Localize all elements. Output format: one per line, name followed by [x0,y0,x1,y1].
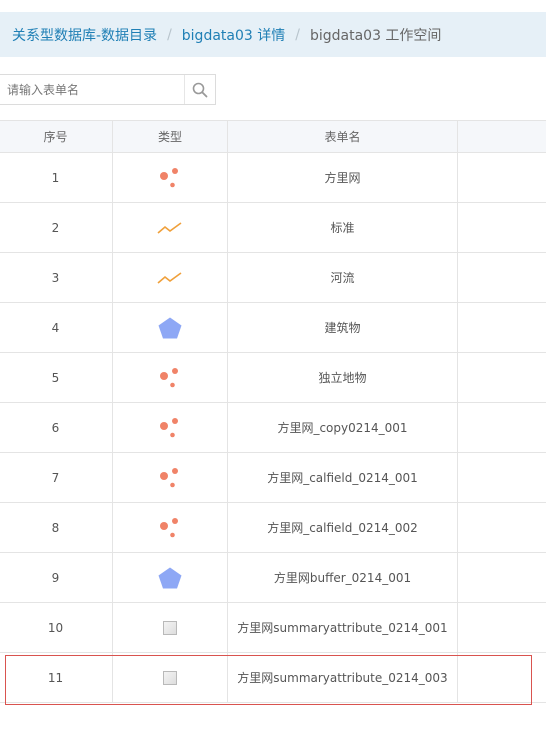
table-row[interactable]: 6 方里网_copy0214_001 [0,402,546,453]
row-type [112,602,228,653]
row-extra [457,252,546,303]
point-type-icon [160,167,178,187]
table-row[interactable]: 5 独立地物 [0,352,546,403]
row-index: 8 [0,502,113,553]
column-header-name: 表单名 [227,120,458,153]
row-name[interactable]: 方里网summaryattribute_0214_003 [227,652,458,703]
point-type-icon [160,417,178,437]
row-type [112,252,228,303]
search-button[interactable] [184,75,215,104]
table-row[interactable]: 10 方里网summaryattribute_0214_001 [0,602,546,653]
row-extra [457,202,546,253]
row-name[interactable]: 方里网summaryattribute_0214_001 [227,602,458,653]
row-extra [457,352,546,403]
row-type [112,652,228,703]
line-type-icon [157,221,182,234]
row-index: 11 [0,652,113,703]
row-extra [457,452,546,503]
table-row[interactable]: 4 建筑物 [0,302,546,353]
broken-image-icon [163,620,177,635]
row-index: 10 [0,602,113,653]
row-type [112,402,228,453]
row-type [112,352,228,403]
search-icon [192,82,208,97]
row-extra [457,402,546,453]
table-row[interactable]: 1 方里网 [0,152,546,203]
row-extra [457,552,546,603]
table-row[interactable]: 7 方里网_calfield_0214_001 [0,452,546,503]
breadcrumb-link-catalog[interactable]: 关系型数据库-数据目录 [12,25,157,45]
column-header-extra [457,120,546,153]
search-input[interactable] [0,76,187,103]
row-type [112,452,228,503]
column-header-type: 类型 [112,120,228,153]
table-row[interactable]: 8 方里网_calfield_0214_002 [0,502,546,553]
table-row[interactable]: 11 方里网summaryattribute_0214_003 [0,652,546,703]
search-box [0,74,216,105]
row-extra [457,302,546,353]
row-name[interactable]: 方里网_copy0214_001 [227,402,458,453]
line-type-icon [157,271,182,284]
point-type-icon [160,517,178,537]
row-name[interactable]: 标准 [227,202,458,253]
row-index: 1 [0,152,113,203]
row-extra [457,652,546,703]
breadcrumb-separator: / [167,26,172,43]
breadcrumb-current: bigdata03 工作空间 [309,27,442,44]
polygon-type-icon [158,317,182,338]
row-name[interactable]: 河流 [227,252,458,303]
table-row[interactable]: 9 方里网buffer_0214_001 [0,552,546,603]
row-type [112,552,228,603]
row-index: 9 [0,552,113,603]
point-type-icon [160,367,178,387]
row-index: 2 [0,202,113,253]
row-name[interactable]: 独立地物 [227,352,458,403]
table-header-row: 序号 类型 表单名 [0,120,546,153]
row-index: 5 [0,352,113,403]
table-list: 序号 类型 表单名 1 方里网 2 标准 3 河流 4 建筑物 5 独立地物 6 方里网_copy02… [0,120,546,703]
row-type [112,152,228,203]
row-type [112,302,228,353]
row-name[interactable]: 方里网buffer_0214_001 [227,552,458,603]
breadcrumb-separator: / [295,26,300,43]
row-extra [457,152,546,203]
table-row[interactable]: 3 河流 [0,252,546,303]
polygon-type-icon [158,567,182,588]
table-row[interactable]: 2 标准 [0,202,546,253]
row-name[interactable]: 方里网 [227,152,458,203]
table-body: 1 方里网 2 标准 3 河流 4 建筑物 5 独立地物 6 方里网_copy0214_001 7 方里网… [0,152,546,703]
breadcrumb: 关系型数据库-数据目录 / bigdata03 详情 / bigdata03 工… [0,12,546,57]
row-name[interactable]: 方里网_calfield_0214_001 [227,452,458,503]
row-name[interactable]: 建筑物 [227,302,458,353]
broken-image-icon [163,670,177,685]
column-header-index: 序号 [0,120,113,153]
row-index: 7 [0,452,113,503]
row-extra [457,602,546,653]
point-type-icon [160,467,178,487]
row-index: 4 [0,302,113,353]
row-name[interactable]: 方里网_calfield_0214_002 [227,502,458,553]
row-type [112,502,228,553]
row-index: 3 [0,252,113,303]
row-type [112,202,228,253]
breadcrumb-link-details[interactable]: bigdata03 详情 [182,25,285,45]
row-extra [457,502,546,553]
row-index: 6 [0,402,113,453]
